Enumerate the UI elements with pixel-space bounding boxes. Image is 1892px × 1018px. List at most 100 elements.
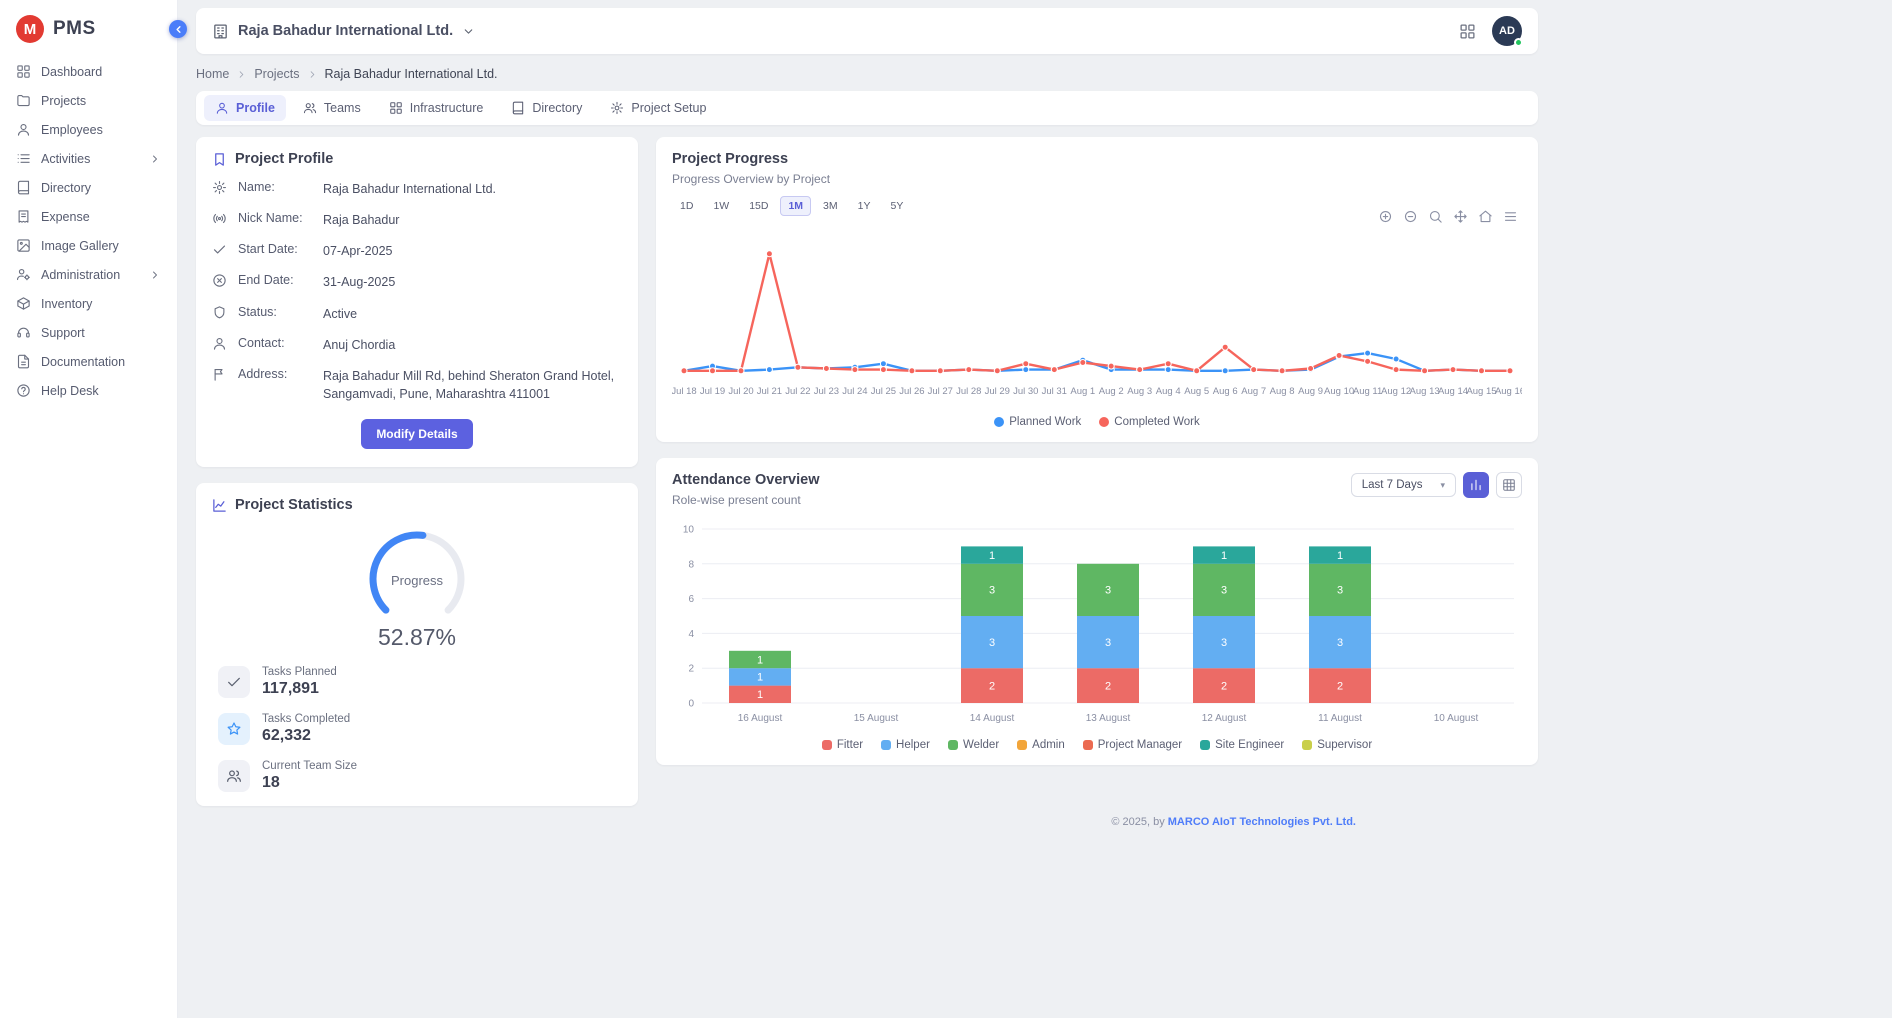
legend-item-completed-work[interactable]: Completed Work: [1099, 416, 1199, 428]
tab-bar: ProfileTeamsInfrastructure Directory Proje…: [196, 91, 1538, 125]
building-icon: [212, 23, 229, 40]
sidebar-item-administration[interactable]: Administration: [0, 260, 177, 289]
chevron-right-icon: [149, 269, 161, 281]
content-area: Raja Bahadur International Ltd. AD Home P…: [178, 0, 1892, 1018]
sidebar-item-label: Support: [41, 326, 161, 340]
app-logo[interactable]: M PMS: [0, 0, 177, 57]
svg-text:Jul 26: Jul 26: [899, 386, 924, 397]
svg-text:Aug 10: Aug 10: [1324, 386, 1354, 397]
help-icon: [16, 383, 31, 398]
tab-label: Directory: [532, 101, 582, 115]
range-button-1y[interactable]: 1Y: [850, 196, 879, 216]
legend-item-supervisor[interactable]: Supervisor: [1302, 739, 1372, 751]
tab-profile[interactable]: Profile: [204, 95, 286, 121]
list-icon: [16, 151, 31, 166]
legend-label: Project Manager: [1098, 739, 1182, 751]
project-statistics-title: Project Statistics: [212, 497, 622, 513]
legend-item-welder[interactable]: Welder: [948, 739, 999, 751]
grid-icon: [389, 101, 403, 115]
apps-grid-icon: [1459, 23, 1476, 40]
legend-item-helper[interactable]: Helper: [881, 739, 930, 751]
progress-gauge: Progress 52.87%: [212, 521, 622, 651]
svg-text:11 August: 11 August: [1318, 713, 1362, 724]
svg-text:1: 1: [757, 689, 763, 701]
legend-item-admin[interactable]: Admin: [1017, 739, 1065, 751]
range-button-1m[interactable]: 1M: [780, 196, 811, 216]
svg-text:2: 2: [989, 680, 995, 692]
toolbar-menu-button[interactable]: [1503, 209, 1518, 224]
breadcrumb-link-home[interactable]: Home: [196, 67, 229, 81]
sidebar-item-projects[interactable]: Projects: [0, 86, 177, 115]
legend-item-planned-work[interactable]: Planned Work: [994, 416, 1081, 428]
footer-company-link[interactable]: MARCO AIoT Technologies Pvt. Ltd.: [1168, 816, 1356, 828]
sidebar-item-support[interactable]: Support: [0, 318, 177, 347]
field-value: Active: [323, 305, 357, 323]
tab-teams[interactable]: Teams: [292, 95, 372, 121]
sidebar-item-dashboard[interactable]: Dashboard: [0, 57, 177, 86]
apps-menu-button[interactable]: [1459, 23, 1476, 40]
profile-field-address-: Address:Raja Bahadur Mill Rd, behind She…: [212, 367, 622, 403]
company-selector[interactable]: Raja Bahadur International Ltd.: [212, 23, 475, 40]
check-icon: [226, 674, 242, 690]
toolbar-magnifier-button[interactable]: [1428, 209, 1443, 224]
modify-details-button[interactable]: Modify Details: [361, 419, 472, 449]
attendance-header: Attendance Overview Role-wise present co…: [672, 472, 1522, 507]
legend-item-project-manager[interactable]: Project Manager: [1083, 739, 1182, 751]
range-button-1w[interactable]: 1W: [705, 196, 737, 216]
toolbar-zoom-in-button[interactable]: [1378, 209, 1393, 224]
sidebar-item-label: Employees: [41, 123, 161, 137]
sidebar-item-expense[interactable]: Expense: [0, 202, 177, 231]
legend-label: Site Engineer: [1215, 739, 1284, 751]
chevron-left-icon: [173, 24, 184, 35]
line-chart[interactable]: Jul 18Jul 19Jul 20Jul 21Jul 22Jul 23Jul …: [672, 222, 1522, 412]
breadcrumb-link-projects[interactable]: Projects: [254, 67, 299, 81]
topbar-right: AD: [1459, 16, 1522, 46]
sidebar-item-employees[interactable]: Employees: [0, 115, 177, 144]
svg-text:1: 1: [757, 672, 763, 684]
svg-text:Aug 3: Aug 3: [1127, 386, 1152, 397]
sidebar-item-activities[interactable]: Activities: [0, 144, 177, 173]
user-avatar[interactable]: AD: [1492, 16, 1522, 46]
legend-label: Admin: [1032, 739, 1065, 751]
range-button-15d[interactable]: 15D: [741, 196, 776, 216]
sidebar-item-image-gallery[interactable]: Image Gallery: [0, 231, 177, 260]
svg-text:10: 10: [683, 525, 695, 536]
svg-text:Aug 15: Aug 15: [1466, 386, 1496, 397]
table-view-button[interactable]: [1496, 472, 1522, 498]
file-text-icon: [16, 354, 31, 369]
bar-chart-view-button[interactable]: [1463, 472, 1489, 498]
sidebar-collapse-button[interactable]: [169, 20, 187, 38]
tab-infrastructure[interactable]: Infrastructure: [378, 95, 495, 121]
bar-chart-icon: [1469, 478, 1483, 492]
range-button-1d[interactable]: 1D: [672, 196, 701, 216]
svg-text:Jul 27: Jul 27: [928, 386, 953, 397]
view-toggle-group: [1463, 472, 1522, 498]
avatar-initials: AD: [1499, 25, 1515, 37]
sidebar: M PMS DashboardProjects Employees Activiti…: [0, 0, 178, 1018]
sidebar-item-documentation[interactable]: Documentation: [0, 347, 177, 376]
toolbar-home-button[interactable]: [1478, 209, 1493, 224]
tab-project-setup[interactable]: Project Setup: [599, 95, 717, 121]
legend-item-fitter[interactable]: Fitter: [822, 739, 863, 751]
field-label: Status:: [238, 305, 312, 319]
home-icon: [1478, 209, 1493, 224]
toolbar-pan-button[interactable]: [1453, 209, 1468, 224]
legend-item-site-engineer[interactable]: Site Engineer: [1200, 739, 1284, 751]
field-label: Start Date:: [238, 242, 312, 256]
sidebar-item-help-desk[interactable]: Help Desk: [0, 376, 177, 405]
range-button-3m[interactable]: 3M: [815, 196, 846, 216]
broadcast-icon: [212, 211, 227, 226]
grid-icon: [16, 64, 31, 79]
legend-label: Completed Work: [1114, 416, 1199, 428]
date-range-select[interactable]: Last 7 Days ▾: [1351, 473, 1456, 497]
toolbar-zoom-out-button[interactable]: [1403, 209, 1418, 224]
chevron-right-icon: [236, 69, 247, 80]
svg-text:3: 3: [1105, 637, 1111, 649]
stacked-bar-chart[interactable]: 024681016 August11115 August14 August233…: [672, 521, 1522, 735]
tab-directory[interactable]: Directory: [500, 95, 593, 121]
shield-icon: [212, 305, 227, 320]
attendance-title: Attendance Overview: [672, 472, 819, 488]
sidebar-item-inventory[interactable]: Inventory: [0, 289, 177, 318]
sidebar-item-directory[interactable]: Directory: [0, 173, 177, 202]
range-button-5y[interactable]: 5Y: [882, 196, 911, 216]
